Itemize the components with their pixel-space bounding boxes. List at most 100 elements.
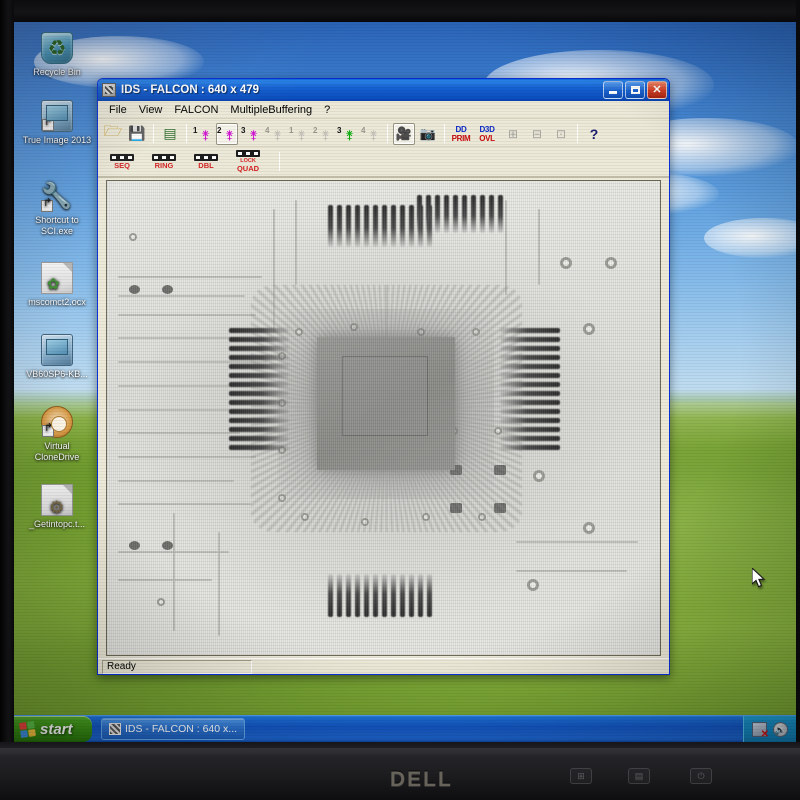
ids-falcon-window: IDS - FALCON : 640 x 479 ✕ File View FAL… <box>97 78 670 675</box>
image-view[interactable] <box>106 180 661 656</box>
bezel-button-power[interactable]: ⏻ <box>690 768 712 784</box>
desktop-icon-label: Recycle Bin <box>33 67 81 77</box>
start-label: start <box>40 720 73 738</box>
camera-4-magenta-button[interactable]: 4 ⚵ <box>264 123 286 145</box>
live-video-button[interactable]: 🎥 <box>393 122 415 145</box>
lead-comb-bottom <box>328 574 461 618</box>
save-button[interactable]: 💾 <box>126 123 148 145</box>
toolbar-separator <box>577 124 578 143</box>
camera-4-green-button[interactable]: 4 ⚵ <box>360 123 382 145</box>
menu-bar: File View FALCON MultipleBuffering ? <box>98 101 669 119</box>
camera-1-magenta-button[interactable]: 1 ⚵ <box>192 123 214 145</box>
start-button[interactable]: start <box>14 716 92 742</box>
desktop-icon-label: _Getintopc.t... <box>28 519 86 529</box>
toolbar-modes: SEQ RING DBL LOCK QUAD <box>98 147 669 177</box>
display-mode-2-button[interactable]: ⊟ <box>526 123 548 145</box>
toolbar-separator <box>153 124 154 143</box>
camera-2-magenta-button[interactable]: 2 ⚵ <box>216 122 238 145</box>
snapshot-button[interactable]: 📷 <box>417 123 439 145</box>
installer-icon <box>41 334 73 366</box>
camera-icon: 2 ⚵ <box>313 125 330 142</box>
qfp-die-outline <box>342 355 428 436</box>
quad-label: QUAD <box>236 164 260 173</box>
desktop-icon-label: mscomct2.ocx <box>28 297 86 307</box>
desktop-icon-true-image[interactable]: True Image 2013 <box>20 100 94 146</box>
virtual-clonedrive-icon <box>41 406 73 438</box>
display-mode-3-button[interactable]: ⊡ <box>550 123 572 145</box>
recycle-bin-icon <box>41 32 73 64</box>
dd-prim-button[interactable]: DD PRIM <box>450 123 472 145</box>
shortcut-overlay-icon <box>42 425 54 437</box>
desktop-icon-virtual-clonedrive[interactable]: Virtual CloneDrive <box>20 406 94 463</box>
display-mode-icon: ⊟ <box>531 126 543 141</box>
dbl-button[interactable]: DBL <box>189 149 223 175</box>
camera-icon: 4 ⚵ <box>361 125 378 142</box>
seq-label: SEQ <box>114 160 130 170</box>
menu-file[interactable]: File <box>103 103 133 117</box>
falcon-app-icon <box>102 83 116 97</box>
camera-3-green-button[interactable]: 3 ⚵ <box>336 123 358 145</box>
toolbar-separator <box>387 124 388 143</box>
dell-logo: DELL <box>390 768 453 791</box>
desktop-icon-recycle-bin[interactable]: Recycle Bin <box>20 32 94 78</box>
wrench-icon <box>41 180 73 212</box>
d3d-ovl-button[interactable]: D3D OVL <box>474 123 500 145</box>
toolbar-separator <box>186 124 187 143</box>
monitor-bezel-right <box>796 0 800 742</box>
desktop-icon-sci-exe[interactable]: Shortcut to SCI.exe <box>20 180 94 237</box>
menu-falcon[interactable]: FALCON <box>168 103 224 117</box>
camera-icon: 3 ⚵ <box>241 125 258 142</box>
close-button[interactable]: ✕ <box>647 81 667 99</box>
status-message: Ready <box>102 659 252 674</box>
folder-open-icon: 🗁 <box>103 123 123 140</box>
status-bar: Ready <box>98 658 669 674</box>
window-controls: ✕ <box>603 81 667 99</box>
camera-3-magenta-button[interactable]: 3 ⚵ <box>240 123 262 145</box>
cloud <box>704 218 796 258</box>
directdraw-icon: DD PRIM <box>451 124 471 143</box>
display-fit-icon: ⊡ <box>555 126 567 141</box>
xray-pcb-image <box>107 181 660 655</box>
open-button[interactable]: 🗁 <box>102 123 124 145</box>
bezel-button-input[interactable]: ⊞ <box>570 768 592 784</box>
camera-1-green-button[interactable]: 1 ⚵ <box>288 123 310 145</box>
taskbar-item-ids-falcon[interactable]: IDS - FALCON : 640 x... <box>101 718 246 740</box>
maximize-button[interactable] <box>625 81 645 99</box>
monitor-bezel-left <box>0 0 14 742</box>
display-mode-icon: ⊞ <box>507 126 519 141</box>
grabber-button[interactable]: ▤ <box>159 123 181 145</box>
filmstrip-icon <box>194 153 218 161</box>
filmstrip-icon <box>110 153 134 161</box>
toolbar-separator <box>279 152 280 171</box>
menu-view[interactable]: View <box>133 103 169 117</box>
camera-live-icon: 🎥 <box>395 125 413 141</box>
system-tray <box>743 715 796 742</box>
desktop-icon-vb60sp6[interactable]: VB60SP6-KB... <box>20 334 94 380</box>
camera-2-green-button[interactable]: 2 ⚵ <box>312 123 334 145</box>
taskbar-item-label: IDS - FALCON : 640 x... <box>125 723 238 735</box>
volume-icon[interactable] <box>773 721 788 737</box>
ocx-file-icon <box>41 262 73 294</box>
menu-multiple-buffering[interactable]: MultipleBuffering <box>224 103 318 117</box>
quad-button[interactable]: LOCK QUAD <box>231 149 265 175</box>
window-titlebar[interactable]: IDS - FALCON : 640 x 479 ✕ <box>98 79 669 101</box>
ring-label: RING <box>154 160 174 170</box>
desktop-icon-getintopc[interactable]: _Getintopc.t... <box>20 484 94 530</box>
ring-button[interactable]: RING <box>147 149 181 175</box>
camera-icon: 1 ⚵ <box>193 125 210 142</box>
display-mode-1-button[interactable]: ⊞ <box>502 123 524 145</box>
floppy-disk-icon: 💾 <box>128 125 146 141</box>
seq-button[interactable]: SEQ <box>105 149 139 175</box>
direct3d-icon: D3D OVL <box>479 124 495 143</box>
camera-icon: 2 ⚵ <box>217 125 234 142</box>
network-disconnected-icon[interactable] <box>752 721 769 739</box>
filmstrip-icon <box>236 150 260 157</box>
monitor-bezel-top <box>0 0 800 22</box>
bezel-button-menu[interactable]: ▤ <box>628 768 650 784</box>
lead-comb-top-secondary <box>416 195 539 234</box>
help-button[interactable]: ? <box>583 123 605 145</box>
minimize-button[interactable] <box>603 81 623 99</box>
menu-help[interactable]: ? <box>318 103 336 117</box>
desktop-icon-mscomct2[interactable]: mscomct2.ocx <box>20 262 94 308</box>
camera-icon: 1 ⚵ <box>289 125 306 142</box>
